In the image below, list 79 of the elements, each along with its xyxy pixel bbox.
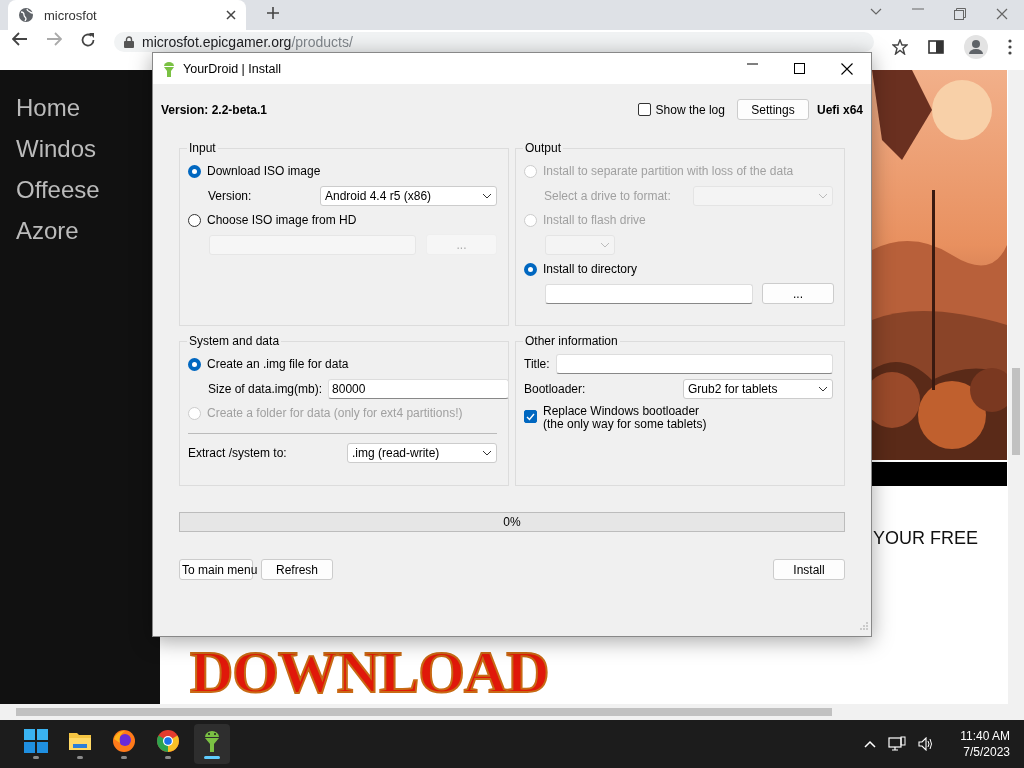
side-panel-icon[interactable]: [928, 39, 944, 55]
install-button[interactable]: Install: [773, 559, 845, 580]
radio-label: Create an .img file for data: [207, 357, 349, 372]
firefox-icon: [112, 729, 136, 753]
reload-icon[interactable]: [80, 32, 96, 48]
chevron-down-icon: [482, 449, 492, 456]
dropdown[interactable]: .img (read-write): [347, 442, 497, 463]
checkbox-label: Show the log: [655, 102, 725, 117]
back-icon[interactable]: [12, 32, 28, 46]
input-field[interactable]: 80000: [328, 378, 510, 399]
settings-button[interactable]: Settings: [736, 99, 809, 120]
radio-label: Create a folder for data (only for ext4 partitions!): [207, 406, 463, 421]
scrollbar-thumb[interactable]: [16, 708, 832, 716]
close-icon[interactable]: [841, 62, 853, 75]
clock-date: 7/5/2023: [963, 744, 1010, 760]
chevron-down-icon[interactable]: [870, 8, 882, 16]
start-icon: [24, 729, 48, 753]
dropdown[interactable]: Android 4.4 r5 (x86): [320, 185, 497, 206]
chevron-down-icon: [482, 192, 492, 199]
restore-icon[interactable]: [954, 8, 966, 20]
radio-label: Install to directory: [543, 262, 638, 277]
input-field[interactable]: [556, 354, 833, 375]
network-icon[interactable]: [888, 736, 907, 752]
mode-label: Uefi x64: [816, 102, 863, 117]
refresh-button[interactable]: Refresh: [261, 559, 333, 580]
field-label: Bootloader:: [524, 381, 586, 396]
radio-button[interactable]: [524, 262, 537, 276]
radio-label: Download ISO image: [207, 164, 321, 179]
maximize-icon[interactable]: [794, 62, 805, 74]
radio-label: Choose ISO image from HD: [207, 213, 357, 228]
chevron-down-icon: [600, 241, 610, 248]
promo-text: YOUR FREE: [872, 528, 979, 550]
field-label: Extract /system to:: [188, 445, 287, 460]
field-label: Version:: [207, 188, 252, 203]
check-icon: [526, 412, 535, 421]
chevron-down-icon: [818, 192, 828, 199]
address-bar[interactable]: microsfot.epicgamer.org/products/: [114, 32, 874, 52]
minimize-icon[interactable]: [747, 62, 758, 65]
scrollbar-thumb[interactable]: [1012, 368, 1020, 455]
chevron-down-icon: [818, 385, 828, 392]
chevron-up-icon[interactable]: [864, 740, 877, 748]
clock[interactable]: 11:40 AM 7/5/2023: [960, 728, 1010, 760]
group-title: Other information: [524, 334, 619, 348]
clock-time: 11:40 AM: [960, 728, 1010, 744]
radio-button[interactable]: [188, 213, 201, 227]
radio-button[interactable]: [188, 164, 201, 178]
group-title: System and data: [188, 334, 281, 348]
download-headline: DOWNLOAD: [190, 642, 549, 702]
window-title: YourDroid | Install: [183, 61, 282, 76]
browser-tab[interactable]: microsfot: [8, 0, 246, 30]
menu-icon[interactable]: [1008, 39, 1012, 55]
checkbox[interactable]: [524, 410, 537, 423]
browse-button[interactable]: ...: [762, 283, 834, 305]
path-field[interactable]: [545, 283, 753, 304]
android-icon: [163, 60, 175, 77]
version-label: Version: 2.2-beta.1: [161, 102, 269, 117]
profile-icon[interactable]: [964, 35, 988, 59]
progress-text: 0%: [503, 515, 521, 529]
field-label: Title:: [524, 357, 550, 372]
close-icon[interactable]: [226, 10, 236, 20]
lock-icon: [124, 36, 134, 48]
checkbox-label: Replace Windows bootloader (the only way for some tablets): [543, 405, 707, 431]
checkbox[interactable]: [637, 103, 651, 116]
resize-grip-icon[interactable]: [860, 622, 868, 630]
globe-icon: [18, 7, 34, 23]
dropdown[interactable]: Grub2 for tablets: [683, 378, 833, 399]
radio-label: Install to flash drive: [543, 213, 646, 228]
field-label: Select a drive to format:: [543, 188, 671, 203]
taskbar-button[interactable]: [194, 724, 230, 764]
star-icon[interactable]: [892, 39, 908, 55]
radio-button[interactable]: [188, 357, 201, 371]
field-label: Size of data.img(mb):: [207, 381, 323, 396]
group-title: Output: [524, 141, 563, 155]
volume-icon[interactable]: [918, 737, 935, 751]
radio-label: Install to separate partition with loss of the data: [543, 164, 794, 179]
chrome-icon: [156, 729, 180, 753]
new-tab-icon[interactable]: [266, 6, 280, 20]
group-title: Input: [188, 141, 217, 155]
url-text: microsfot.epicgamer.org/products/: [142, 34, 353, 50]
